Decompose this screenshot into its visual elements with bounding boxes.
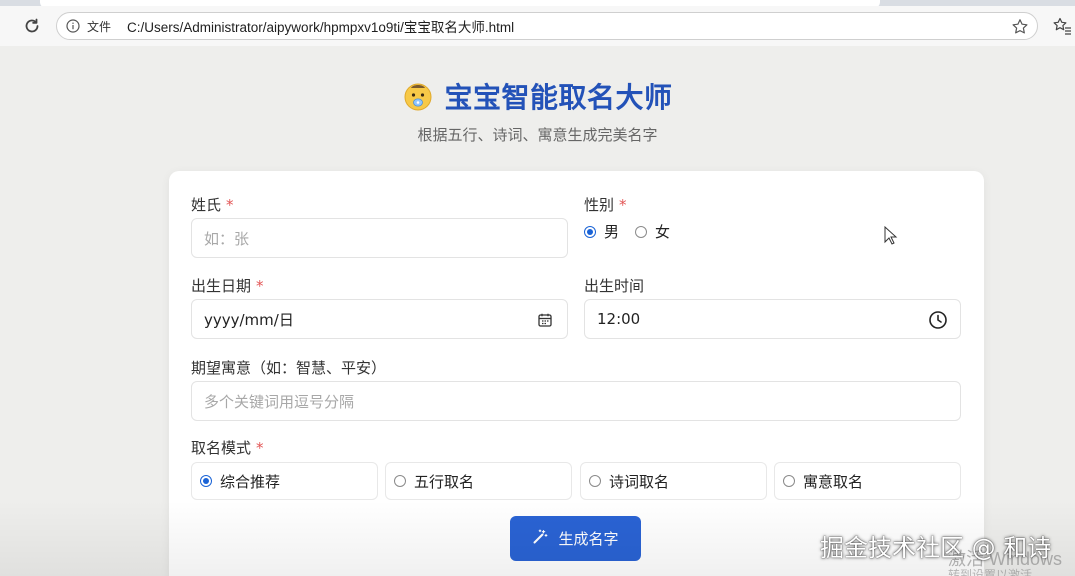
- mode-comprehensive-radio[interactable]: [200, 475, 212, 487]
- source-watermark: 掘金技术社区 @ 和诗: [820, 534, 1052, 562]
- mode-wuxing-radio[interactable]: [394, 475, 406, 487]
- page-header: 宝宝智能取名大师 根据五行、诗词、寓意生成完美名字: [0, 76, 1075, 145]
- mode-label: 取名模式 *: [191, 439, 264, 457]
- birth-time-input[interactable]: 12:00: [584, 299, 961, 339]
- gender-female-radio[interactable]: [635, 225, 648, 238]
- mode-option-meaning[interactable]: 寓意取名: [774, 462, 961, 500]
- reload-icon[interactable]: [20, 14, 44, 38]
- gender-male-label[interactable]: 男: [604, 221, 619, 242]
- favorites-icon[interactable]: [1052, 16, 1072, 36]
- required-mark: *: [226, 196, 234, 214]
- url-text[interactable]: C:/Users/Administrator/aipywork/hpmpxv1o…: [127, 16, 514, 36]
- surname-input[interactable]: 如：张: [191, 218, 568, 258]
- birth-date-label: 出生日期 *: [191, 277, 264, 295]
- file-scheme-label: 文件: [87, 19, 112, 34]
- meaning-input[interactable]: 多个关键词用逗号分隔: [191, 381, 961, 421]
- birth-date-value: yyyy/mm/日: [204, 310, 294, 329]
- calendar-icon[interactable]: [535, 310, 555, 330]
- meaning-label: 期望寓意（如：智慧、平安）: [191, 359, 387, 377]
- birth-date-input[interactable]: yyyy/mm/日: [191, 299, 568, 339]
- mode-option-poetry[interactable]: 诗词取名: [580, 462, 767, 500]
- mode-option-wuxing[interactable]: 五行取名: [385, 462, 572, 500]
- required-mark: *: [256, 277, 264, 295]
- mouse-cursor-icon: [884, 225, 898, 246]
- star-icon[interactable]: [1011, 18, 1029, 36]
- page-title: 宝宝智能取名大师: [444, 81, 673, 114]
- gender-radio-group: 男 女: [584, 221, 670, 242]
- generate-names-button[interactable]: 生成名字: [510, 516, 641, 561]
- birth-time-value: 12:00: [597, 310, 641, 328]
- info-icon[interactable]: [65, 18, 81, 34]
- windows-activation-subtext: 转到设置以激活 Windows。: [948, 568, 1033, 576]
- gender-male-radio[interactable]: [584, 225, 596, 238]
- mode-meaning-radio[interactable]: [783, 475, 795, 487]
- browser-toolbar: 文件 C:/Users/Administrator/aipywork/hpmpx…: [0, 6, 1075, 46]
- surname-placeholder: 如：张: [204, 229, 250, 248]
- mode-wuxing-label: 五行取名: [414, 472, 475, 491]
- mode-option-comprehensive[interactable]: 综合推荐: [191, 462, 378, 500]
- required-mark: *: [619, 196, 627, 214]
- mode-meaning-label: 寓意取名: [803, 472, 864, 491]
- surname-label: 姓氏 *: [191, 196, 234, 214]
- mode-comprehensive-label: 综合推荐: [220, 472, 281, 491]
- baby-face-icon: [402, 80, 434, 112]
- mode-poetry-label: 诗词取名: [609, 472, 670, 491]
- birth-time-label: 出生时间: [584, 277, 645, 295]
- page-subtitle: 根据五行、诗词、寓意生成完美名字: [417, 126, 658, 144]
- naming-form-card: 姓氏 * 如：张 性别 * 男 女 出生日期 * yyyy/mm/日 出生时间 12:…: [169, 171, 984, 576]
- required-mark: *: [256, 439, 264, 457]
- address-bar[interactable]: 文件 C:/Users/Administrator/aipywork/hpmpx…: [56, 12, 1038, 40]
- meaning-placeholder: 多个关键词用逗号分隔: [204, 392, 355, 411]
- clock-icon[interactable]: [928, 310, 948, 330]
- gender-female-label[interactable]: 女: [655, 221, 670, 242]
- mode-poetry-radio[interactable]: [589, 475, 601, 487]
- generate-names-label: 生成名字: [558, 530, 619, 548]
- magic-wand-icon: [532, 528, 548, 549]
- gender-label: 性别 *: [584, 196, 627, 214]
